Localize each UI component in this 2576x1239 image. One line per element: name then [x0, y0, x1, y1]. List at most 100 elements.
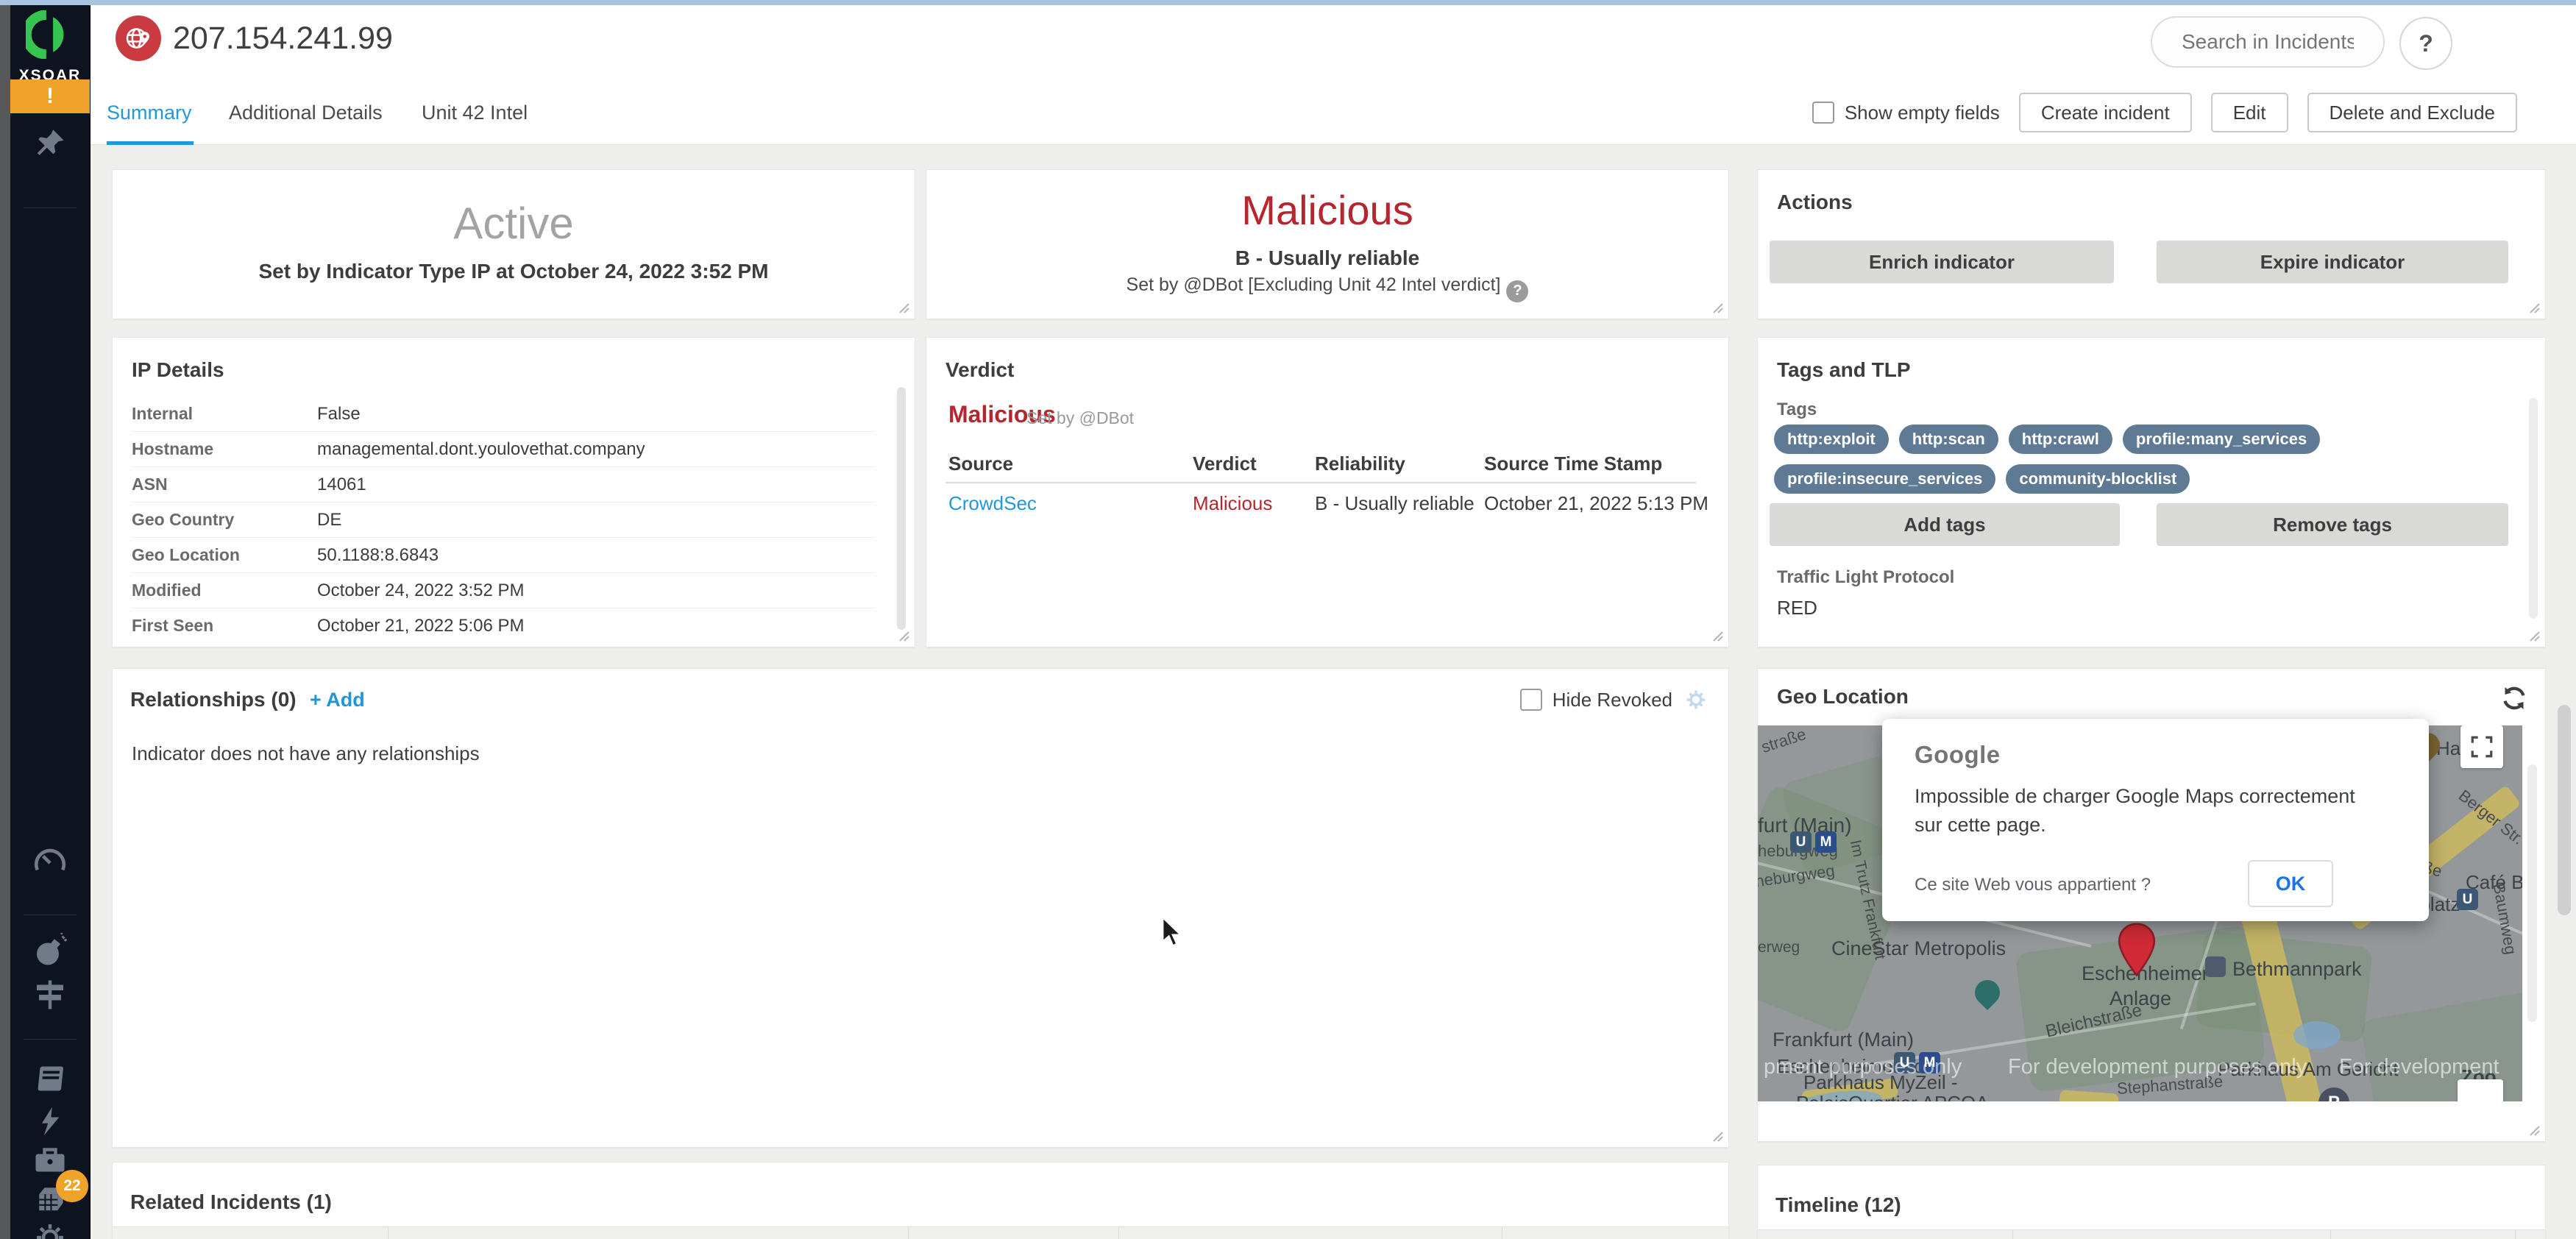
tag-pill[interactable]: community-blocklist [2006, 464, 2190, 494]
settings-gear-icon[interactable] [10, 1220, 90, 1239]
verdict-banner-reliability: B - Usually reliable [926, 246, 1728, 270]
field-label: Geo Country [132, 510, 317, 530]
resize-handle[interactable] [897, 629, 910, 642]
verdict-banner-note: Set by @DBot [Excluding Unit 42 Intel ve… [926, 274, 1728, 302]
map-zoom-control[interactable] [2458, 1079, 2503, 1101]
automation-bolt-icon[interactable] [10, 1105, 90, 1137]
remove-tags-button[interactable]: Remove tags [2157, 503, 2508, 546]
verdict-cell: Malicious [1193, 492, 1272, 515]
verdict-table-header: Source Verdict Reliability Source Time S… [926, 452, 1728, 482]
field-value: October 24, 2022 3:52 PM [317, 581, 525, 601]
hide-revoked-label: Hide Revoked [1553, 689, 1672, 711]
threat-intel-signpost-icon[interactable] [10, 977, 90, 1012]
help-button[interactable]: ? [2399, 17, 2452, 70]
sidebar-divider [24, 1039, 77, 1040]
field-label: Geo Location [132, 545, 317, 565]
search-input[interactable] [2151, 16, 2385, 68]
tag-pill[interactable]: http:exploit [1774, 425, 1889, 454]
related-incidents-title: Related Incidents (1) [130, 1190, 332, 1214]
resize-handle[interactable] [897, 301, 910, 314]
marketplace-cube-icon[interactable]: 22 [10, 1180, 90, 1217]
tag-pill[interactable]: profile:many_services [2123, 425, 2320, 454]
field-label: Hostname [132, 439, 317, 459]
timeline-card: Timeline (12) [1757, 1165, 2546, 1239]
marketplace-badge: 22 [56, 1170, 88, 1202]
tab-bar: Summary Additional Details Unit 42 Intel… [91, 81, 2576, 145]
google-logo-text: Google [1915, 741, 2001, 769]
map-label: Bethmannpark [2232, 958, 2362, 981]
tag-pill[interactable]: http:crawl [2009, 425, 2112, 454]
map-label: PalaisQuartier APCOA [1796, 1092, 1989, 1101]
create-incident-button[interactable]: Create incident [2019, 93, 2192, 132]
ip-detail-row: First SeenOctober 21, 2022 5:06 PM [132, 608, 875, 643]
tag-pill[interactable]: http:scan [1899, 425, 1998, 454]
card-scrollbar[interactable] [897, 387, 906, 630]
card-scrollbar[interactable] [2529, 398, 2538, 619]
google-maps-error-dialog: Google Impossible de charger Google Maps… [1882, 719, 2429, 921]
map-label: CineStar Metropolis [1831, 937, 2006, 960]
relationships-title: Relationships (0) [130, 688, 297, 711]
pin-icon[interactable] [10, 127, 90, 160]
resize-handle[interactable] [1711, 1129, 1724, 1143]
dashboard-gauge-icon[interactable] [10, 845, 90, 881]
resize-handle[interactable] [2527, 301, 2541, 314]
map-fullscreen-button[interactable] [2460, 725, 2503, 768]
verdict-banner-card: Malicious B - Usually reliable Set by @D… [926, 169, 1729, 319]
hide-revoked-checkbox[interactable] [1520, 689, 1542, 711]
timestamp-cell: October 21, 2022 5:13 PM [1484, 492, 1709, 515]
expire-indicator-button[interactable]: Expire indicator [2157, 241, 2508, 283]
alerts-indicator[interactable]: ! [10, 79, 90, 113]
ip-indicator-icon [116, 15, 161, 61]
map-label: erweg [1758, 939, 1800, 956]
ip-details-title: IP Details [132, 358, 224, 382]
geo-location-card: Geo Location straßefurt (Main)heburg [1757, 668, 2546, 1142]
tab-unit42-intel[interactable]: Unit 42 Intel [422, 81, 528, 144]
verdict-card: Verdict Malicious Set by @DBot Source Ve… [926, 337, 1729, 647]
page-header: 207.154.241.99 ? [91, 5, 2576, 82]
tab-summary[interactable]: Summary [107, 81, 192, 144]
source-link[interactable]: CrowdSec [948, 492, 1037, 515]
tags-tlp-title: Tags and TLP [1777, 358, 1911, 382]
field-value: October 21, 2022 5:06 PM [317, 616, 525, 636]
incidents-bomb-icon[interactable] [10, 933, 90, 968]
dialog-ok-button[interactable]: OK [2248, 860, 2333, 907]
help-icon[interactable]: ? [1506, 280, 1528, 302]
add-tags-button[interactable]: Add tags [1770, 503, 2120, 546]
resize-handle[interactable] [1711, 301, 1724, 314]
show-empty-fields-toggle[interactable]: Show empty fields [1812, 102, 2000, 124]
tlp-value: RED [1777, 597, 1817, 620]
ip-detail-row: ModifiedOctober 24, 2022 3:52 PM [132, 573, 875, 608]
xsoar-logo[interactable]: XSOAR [10, 10, 90, 85]
refresh-icon[interactable] [2499, 684, 2529, 713]
page-title: 207.154.241.99 [173, 21, 393, 57]
reliability-cell: B - Usually reliable [1315, 492, 1475, 515]
show-empty-fields-checkbox[interactable] [1812, 102, 1834, 124]
field-label: Internal [132, 404, 317, 424]
card-scrollbar[interactable] [2527, 764, 2537, 1022]
field-label: Modified [132, 581, 317, 600]
ip-detail-row: ASN14061 [132, 467, 875, 503]
ip-detail-row: Hostnamemanagemental.dont.youlovethat.co… [132, 432, 875, 467]
resize-handle[interactable] [1711, 629, 1724, 642]
resize-handle[interactable] [2527, 629, 2541, 642]
enrich-indicator-button[interactable]: Enrich indicator [1770, 241, 2114, 283]
actions-title: Actions [1777, 191, 1853, 214]
delete-and-exclude-button[interactable]: Delete and Exclude [2307, 93, 2517, 132]
related-incidents-table-header [113, 1226, 1728, 1239]
window-top-edge [0, 0, 2576, 5]
ip-details-card: IP Details InternalFalseHostnamemanageme… [112, 337, 915, 647]
verdict-table-row: CrowdSec Malicious B - Usually reliable Oct… [926, 492, 1728, 522]
page-scrollbar[interactable] [2558, 705, 2571, 915]
related-incidents-card: Related Incidents (1) [112, 1162, 1729, 1239]
playbooks-book-icon[interactable] [10, 1061, 90, 1096]
edit-button[interactable]: Edit [2211, 93, 2288, 132]
field-value: managemental.dont.youlovethat.company [317, 439, 645, 460]
tag-pill[interactable]: profile:insecure_services [1774, 464, 1995, 494]
resize-handle[interactable] [2527, 1123, 2541, 1137]
tags-tlp-card: Tags and TLP Tags http:exploithttp:scanh… [1757, 337, 2546, 647]
add-relationship-link[interactable]: + Add [310, 689, 365, 711]
tab-additional-details[interactable]: Additional Details [229, 81, 383, 144]
relationships-settings-gear-icon[interactable] [1683, 686, 1709, 713]
dialog-message: Impossible de charger Google Maps correc… [1915, 782, 2371, 839]
xsoar-indicator-page: XSOAR ! [0, 0, 2576, 1239]
